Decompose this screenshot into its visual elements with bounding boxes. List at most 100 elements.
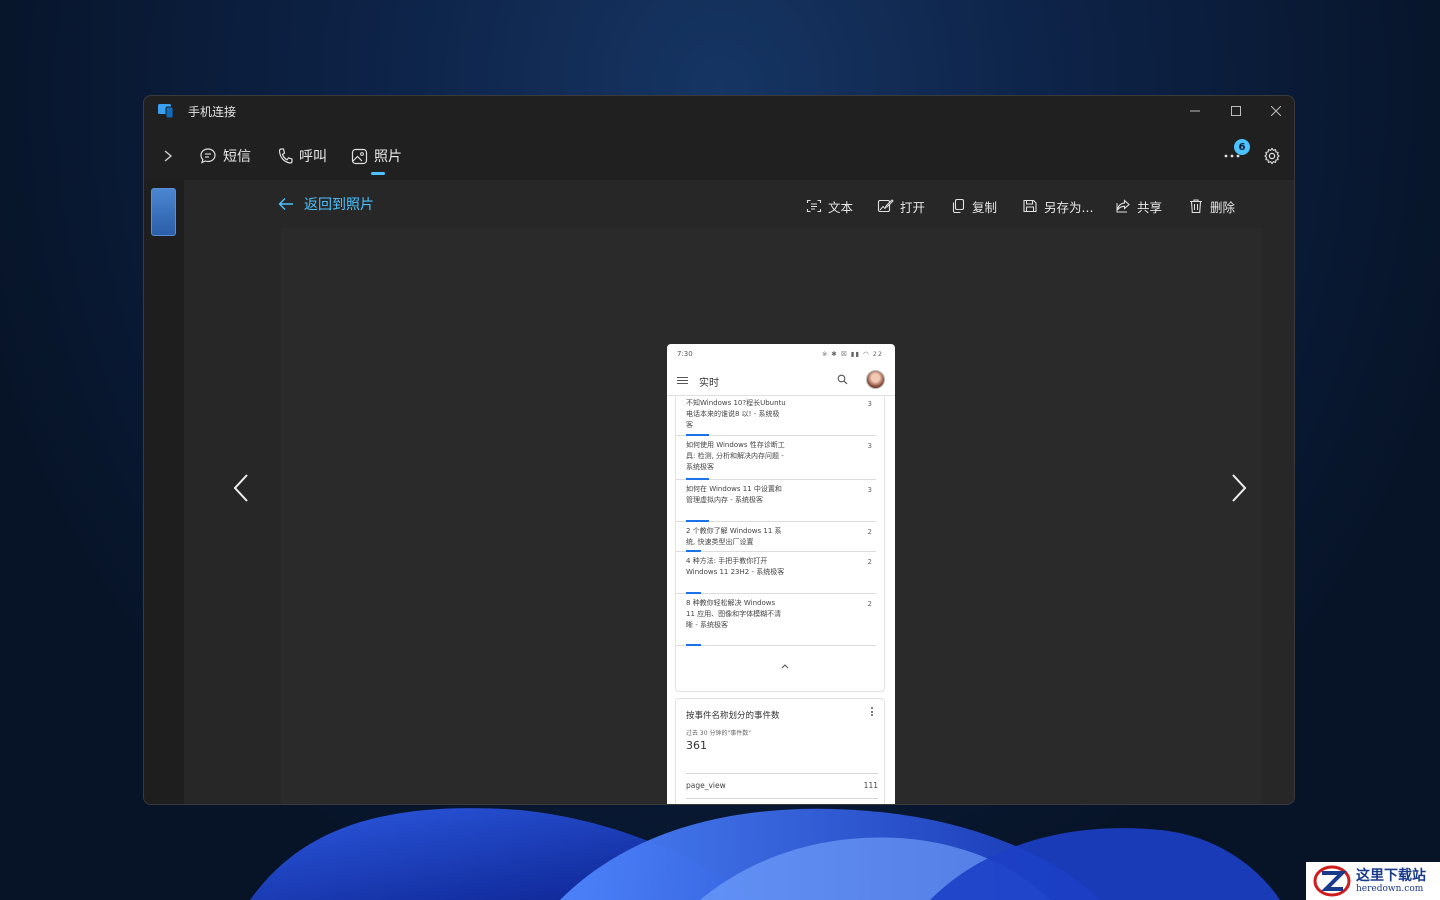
event-row: page_view 111 — [686, 773, 878, 797]
pages-list-card: 不知Windows 10?程长Ubuntu电话本来的谁说8 以! - 系统极客 … — [675, 396, 885, 692]
list-item-title: 不知Windows 10?程长Ubuntu电话本来的谁说8 以! - 系统极客 — [686, 399, 786, 429]
search-icon — [837, 374, 848, 385]
chat-icon — [200, 148, 216, 164]
list-item-bar — [686, 550, 701, 552]
gear-icon — [1264, 147, 1280, 165]
tab-calls-label: 呼叫 — [299, 149, 327, 165]
active-tab-indicator — [371, 172, 385, 175]
events-card: 按事件名称划分的事件数 过去 30 分钟的"事件数" 361 page_view… — [675, 698, 885, 804]
status-time: 7:30 — [677, 350, 693, 358]
arrow-left-icon — [278, 198, 293, 210]
list-item-count: 3 — [867, 400, 872, 408]
minimize-icon — [1190, 110, 1200, 112]
window-title: 手机连接 — [188, 105, 237, 119]
close-button[interactable] — [1256, 99, 1294, 123]
list-item: 2 个教你了解 Windows 11 系统, 快速类型出厂设置 2 — [676, 524, 876, 552]
previous-photo-button[interactable] — [226, 468, 256, 508]
phone-app-bar: 实时 — [667, 366, 895, 396]
tab-messages-label: 短信 — [223, 149, 251, 165]
open-edit-icon — [877, 199, 894, 213]
notification-badge: 6 — [1234, 139, 1250, 155]
phone-status-bar: 7:30 ※ ✱ ☒ ▮▮ ◠ 22 — [667, 344, 895, 364]
more-horizontal-icon — [1224, 154, 1240, 158]
events-total: 361 — [686, 739, 707, 752]
event-row: session_start 96 — [686, 798, 878, 804]
list-item-count: 3 — [867, 442, 872, 450]
tab-messages[interactable]: 短信 — [199, 142, 251, 170]
delete-button-label: 删除 — [1210, 199, 1236, 215]
avatar — [866, 370, 885, 389]
list-item-title: 如何使用 Windows 性存诊断工具: 检测, 分析和解决内存问题 - 系统极… — [686, 441, 785, 471]
back-to-photos-link[interactable]: 返回到照片 — [278, 194, 374, 214]
photo-viewer-pane: 返回到照片 文本 打开 复制 另存为... 共享 删除 7:30 ※ ✱ ☒ ▮… — [184, 180, 1294, 804]
settings-button[interactable] — [1260, 144, 1284, 168]
phone-icon — [278, 148, 293, 164]
list-item-bar — [686, 592, 701, 594]
expand-sidebar-button[interactable] — [156, 144, 180, 168]
chevron-right-icon — [1232, 474, 1247, 502]
list-item-title: 4 种方法: 手把手教你打开 Windows 11 23H2 - 系统极客 — [686, 557, 785, 576]
chevron-left-icon — [233, 474, 248, 502]
list-item-bar — [686, 520, 709, 522]
phone-app-title: 实时 — [699, 378, 719, 389]
phone-link-window: 手机连接 短信 呼叫 照片 6 返回到照片 文本 打开 复制 另存为... 共享… — [143, 95, 1295, 805]
list-item-title: 2 个教你了解 Windows 11 系统, 快速类型出厂设置 — [686, 527, 782, 546]
list-item-count: 3 — [867, 486, 872, 494]
event-value: 111 — [863, 781, 878, 790]
share-icon — [1116, 199, 1130, 213]
list-item-title: 8 种教你轻松解决 Windows 11 应用、图像和字体模糊不清晰 - 系统极… — [686, 599, 782, 629]
chevron-right-icon — [164, 150, 173, 162]
share-button[interactable]: 共享 — [1115, 194, 1162, 218]
title-bar: 手机连接 — [144, 96, 1294, 126]
device-thumbnail[interactable] — [151, 188, 176, 236]
maximize-icon — [1231, 106, 1241, 116]
copy-button[interactable]: 复制 — [950, 194, 997, 218]
device-rail — [144, 180, 184, 804]
share-button-label: 共享 — [1137, 199, 1163, 215]
heredown-logo — [1313, 865, 1351, 897]
maximize-button[interactable] — [1216, 99, 1256, 123]
list-item: 8 种教你轻松解决 Windows 11 应用、图像和字体模糊不清晰 - 系统极… — [676, 596, 876, 646]
chevron-up-icon — [781, 664, 789, 669]
list-item-bar — [686, 644, 701, 646]
phone-screenshot-image: 7:30 ※ ✱ ☒ ▮▮ ◠ 22 实时 不知Windows 10?程长Ubu… — [667, 344, 895, 804]
more-vertical-icon — [871, 707, 874, 718]
list-item-bar — [686, 478, 709, 480]
site-watermark: 这里下载站 heredown.com — [1306, 862, 1440, 900]
event-name: page_view — [686, 781, 726, 790]
events-card-subtitle: 过去 30 分钟的"事件数" — [686, 730, 751, 737]
copy-icon — [952, 198, 965, 214]
watermark-en: heredown.com — [1356, 883, 1424, 894]
list-item: 如何使用 Windows 性存诊断工具: 检测, 分析和解决内存问题 - 系统极… — [676, 438, 876, 480]
nav-bar: 短信 呼叫 照片 6 — [144, 132, 1294, 180]
back-to-photos-label: 返回到照片 — [304, 197, 374, 213]
next-photo-button[interactable] — [1224, 468, 1254, 508]
text-scan-icon — [806, 199, 822, 213]
list-item-bar — [686, 434, 709, 436]
save-as-button-label: 另存为... — [1044, 199, 1094, 215]
tab-photos[interactable]: 照片 — [351, 142, 402, 170]
copy-button-label: 复制 — [972, 199, 998, 215]
list-item-count: 2 — [867, 528, 872, 536]
save-icon — [1023, 199, 1037, 213]
list-item-count: 2 — [867, 600, 872, 608]
minimize-button[interactable] — [1175, 99, 1215, 123]
close-icon — [1271, 106, 1281, 116]
list-item-count: 2 — [867, 558, 872, 566]
text-button-label: 文本 — [828, 199, 854, 215]
delete-button[interactable]: 删除 — [1188, 194, 1235, 218]
events-card-title: 按事件名称划分的事件数 — [686, 711, 780, 721]
status-icons: ※ ✱ ☒ ▮▮ ◠ 22 — [821, 350, 883, 358]
list-item: 如何在 Windows 11 中设置和管理虚拟内存 - 系统极客 3 — [676, 482, 876, 522]
phone-link-app-icon — [158, 104, 174, 119]
open-button-label: 打开 — [900, 199, 926, 215]
save-as-button[interactable]: 另存为... — [1022, 194, 1093, 218]
delete-icon — [1190, 199, 1202, 214]
tab-calls[interactable]: 呼叫 — [277, 142, 327, 170]
tab-photos-label: 照片 — [374, 149, 402, 165]
text-button[interactable]: 文本 — [806, 194, 853, 218]
list-item: 4 种方法: 手把手教你打开 Windows 11 23H2 - 系统极客 2 — [676, 554, 876, 594]
photo-icon — [351, 148, 368, 164]
open-button[interactable]: 打开 — [877, 194, 925, 218]
list-item: 不知Windows 10?程长Ubuntu电话本来的谁说8 以! - 系统极客 … — [676, 396, 876, 436]
